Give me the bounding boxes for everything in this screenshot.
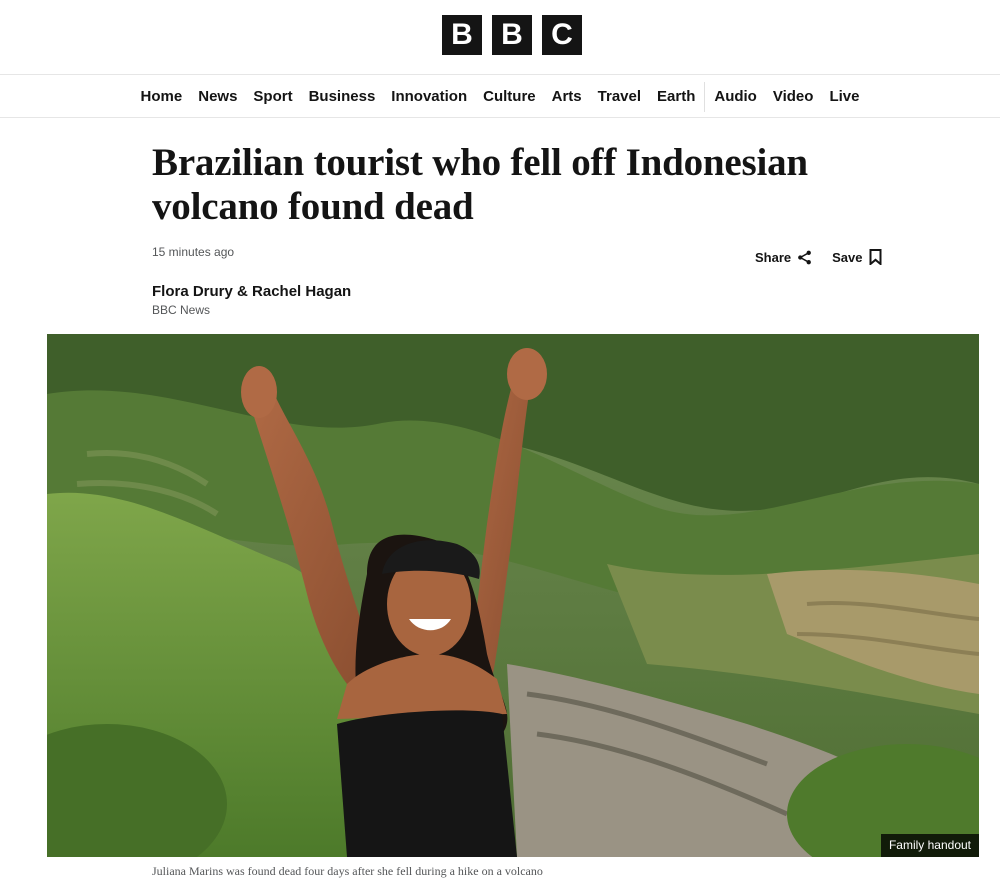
share-icon <box>797 250 812 265</box>
main-nav: Home News Sport Business Innovation Cult… <box>0 76 1000 118</box>
masthead: B B C <box>0 0 1000 75</box>
nav-item-audio[interactable]: Audio <box>706 76 765 118</box>
nav-item-innovation[interactable]: Innovation <box>383 76 475 118</box>
article-headline: Brazilian tourist who fell off Indonesia… <box>152 141 912 229</box>
article-actions: Share Save <box>755 249 882 265</box>
nav-item-travel[interactable]: Travel <box>590 76 649 118</box>
nav-item-arts[interactable]: Arts <box>544 76 590 118</box>
nav-item-news[interactable]: News <box>190 76 245 118</box>
share-label: Share <box>755 249 792 265</box>
article-timestamp: 15 minutes ago <box>152 245 235 259</box>
headline-line-1: Brazilian tourist who fell off Indonesia… <box>152 141 808 184</box>
byline-authors[interactable]: Flora Drury & Rachel Hagan <box>152 283 351 300</box>
nav-item-live[interactable]: Live <box>821 76 867 118</box>
bbc-logo[interactable]: B B C <box>442 15 582 55</box>
logo-letter-b2: B <box>492 15 532 55</box>
image-caption: Juliana Marins was found dead four days … <box>152 864 543 878</box>
hero-photo <box>47 334 979 857</box>
nav-divider <box>704 81 706 112</box>
image-credit: Family handout <box>880 834 979 857</box>
nav-item-business[interactable]: Business <box>301 76 384 118</box>
nav-item-sport[interactable]: Sport <box>245 76 300 118</box>
logo-letter-b1: B <box>442 15 482 55</box>
nav-item-home[interactable]: Home <box>133 76 191 118</box>
byline-organisation: BBC News <box>152 303 211 317</box>
logo-letter-c: C <box>542 15 582 55</box>
save-label: Save <box>832 249 863 265</box>
nav-item-earth[interactable]: Earth <box>649 76 703 118</box>
bookmark-icon <box>869 249 882 265</box>
share-button[interactable]: Share <box>755 250 812 265</box>
headline-line-2: volcano found dead <box>152 185 474 228</box>
nav-item-video[interactable]: Video <box>765 76 822 118</box>
nav-item-culture[interactable]: Culture <box>475 76 544 118</box>
save-button[interactable]: Save <box>832 249 882 265</box>
hero-image: Family handout <box>47 334 979 857</box>
